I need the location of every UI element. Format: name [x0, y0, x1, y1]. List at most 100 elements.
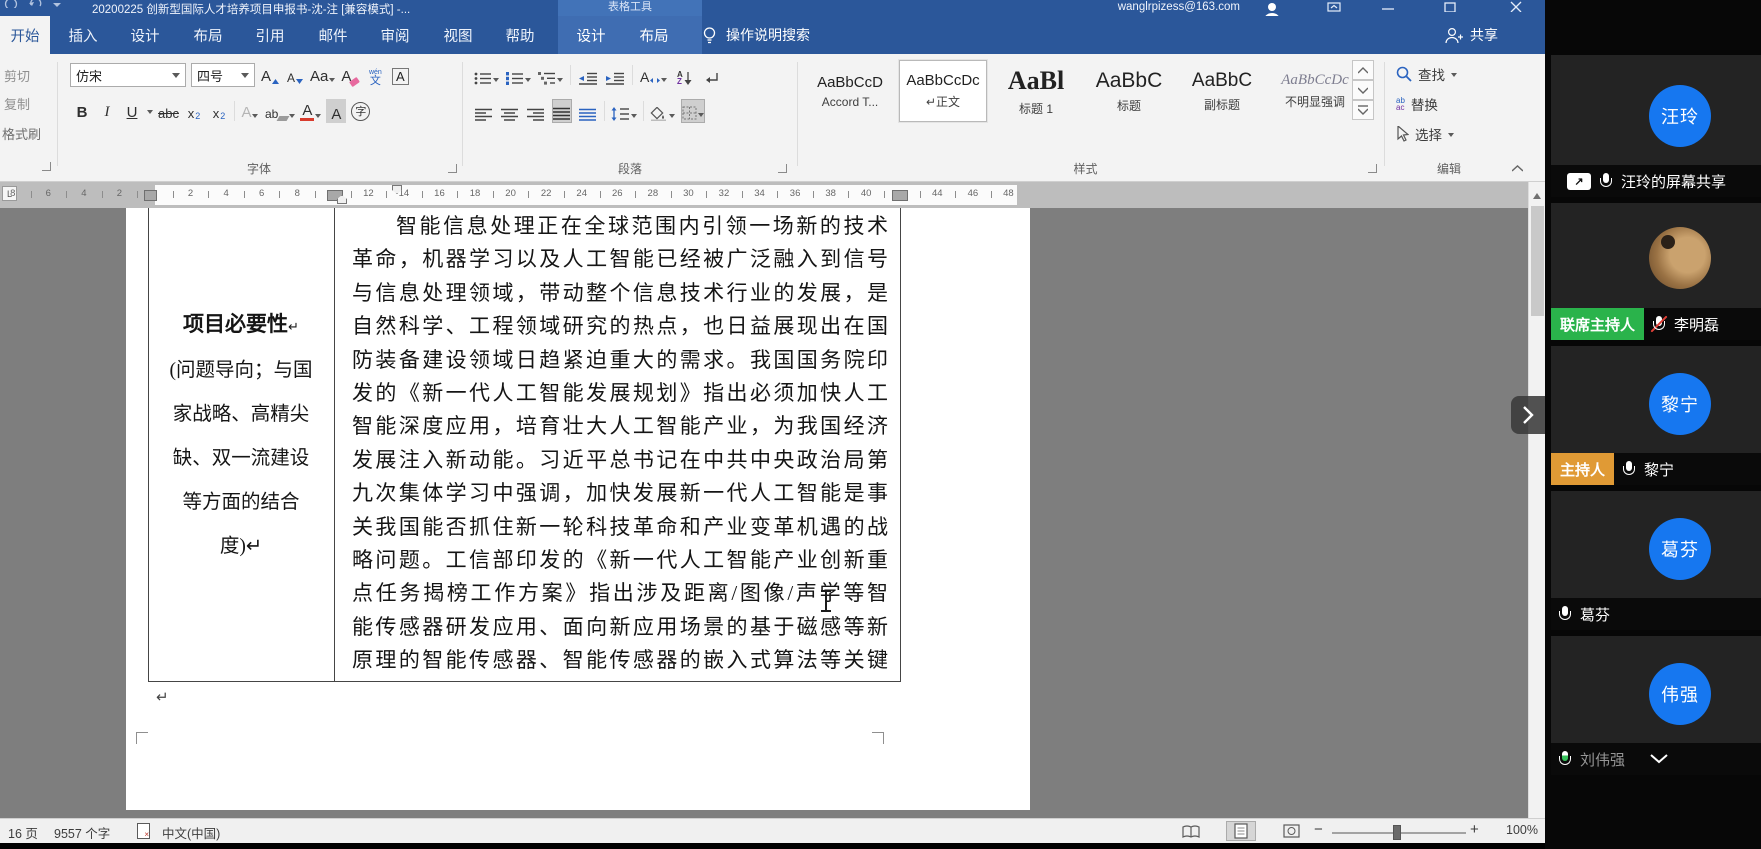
save-icon[interactable] [4, 0, 18, 8]
ribbon-display-options-button[interactable] [1320, 0, 1348, 16]
read-mode-button[interactable] [1176, 821, 1206, 841]
zoom-out-button[interactable]: − [1314, 821, 1323, 838]
font-color-button[interactable]: A [300, 99, 321, 123]
distribute-button[interactable] [578, 99, 598, 123]
minimize-button[interactable] [1366, 0, 1410, 16]
close-button[interactable] [1492, 0, 1540, 16]
tell-me-search[interactable]: 操作说明搜索 [702, 16, 810, 54]
show-marks-button[interactable] [701, 63, 721, 87]
document-page[interactable]: 项目必要性↵ (问题导向；与国家战略、高精尖缺、双一流建设等方面的结合度)↵ 智… [126, 208, 1030, 810]
style-chip-3[interactable]: AaBl标题 1 [992, 60, 1080, 122]
participant-tile[interactable]: 汪玲汪玲的屏幕共享 [1551, 55, 1761, 197]
paragraph-dialog-launcher[interactable] [778, 164, 787, 173]
sidebar-collapse-button[interactable] [1511, 396, 1545, 434]
clear-formatting-button[interactable]: A [340, 63, 360, 87]
shrink-font-button[interactable]: A [285, 63, 305, 87]
change-case-button[interactable]: Aa [310, 63, 335, 87]
account-avatar-icon[interactable] [1256, 0, 1288, 16]
underline-button[interactable]: U [122, 99, 142, 123]
select-button[interactable]: 选择 [1396, 124, 1454, 144]
tab-1[interactable]: 插入 [61, 16, 105, 54]
style-chip-5[interactable]: AaBbC副标题 [1178, 60, 1266, 122]
undo-icon[interactable] [28, 0, 42, 8]
style-scroll-down-button[interactable] [1352, 80, 1374, 100]
borders-button[interactable] [681, 99, 705, 123]
tab-4[interactable]: 引用 [248, 16, 292, 54]
tab-7[interactable]: 视图 [436, 16, 480, 54]
horizontal-ruler[interactable]: L 86422468121416182022242628303234363840… [0, 182, 1528, 208]
strikethrough-button[interactable]: abc [158, 99, 179, 123]
grow-font-button[interactable]: A [260, 63, 280, 87]
vertical-scrollbar[interactable] [1528, 182, 1545, 818]
style-chip-4[interactable]: AaBbC标题 [1085, 60, 1173, 122]
participant-tile[interactable]: 黎宁主持人黎宁 [1551, 346, 1761, 485]
subscript-button[interactable]: x2 [184, 99, 204, 123]
language-indicator[interactable]: 中文(中国) [162, 823, 220, 842]
shading-button[interactable] [650, 99, 675, 123]
clipboard-dialog-launcher[interactable] [42, 162, 51, 171]
justify-button[interactable] [552, 99, 572, 123]
zoom-slider-handle[interactable] [1393, 825, 1401, 840]
format-painter-button[interactable]: 格式刷 [2, 124, 41, 143]
tab-home[interactable]: 开始 [0, 16, 50, 54]
context-tab-2[interactable]: 布局 [632, 16, 676, 54]
collapse-ribbon-button[interactable] [1504, 158, 1530, 178]
zoom-level[interactable]: 100% [1490, 823, 1538, 837]
proofing-status-icon[interactable]: × [137, 823, 150, 839]
qat-dropdown-icon[interactable] [52, 0, 62, 8]
copy-button[interactable]: 复制 [4, 94, 30, 113]
style-gallery-more-button[interactable] [1352, 100, 1374, 120]
share-button[interactable]: 共享 [1444, 16, 1498, 54]
decrease-indent-button[interactable] [578, 63, 598, 87]
align-left-button[interactable] [474, 99, 494, 123]
print-layout-button[interactable] [1226, 821, 1256, 841]
numbering-button[interactable] [506, 63, 531, 87]
asian-layout-button[interactable]: A [640, 63, 667, 87]
cut-button[interactable]: 剪切 [4, 66, 30, 85]
multilevel-list-button[interactable] [538, 63, 563, 87]
text-effects-button[interactable]: A [240, 99, 260, 123]
style-chip-6[interactable]: AaBbCcDc不明显强调 [1271, 60, 1359, 122]
align-right-button[interactable] [526, 99, 546, 123]
tab-3[interactable]: 布局 [186, 16, 230, 54]
tab-2[interactable]: 设计 [123, 16, 167, 54]
phonetic-guide-button[interactable]: wén文 [365, 63, 385, 87]
superscript-button[interactable]: x2 [209, 99, 229, 123]
zoom-in-button[interactable]: + [1470, 821, 1479, 838]
align-center-button[interactable] [500, 99, 520, 123]
participant-tile[interactable]: 联席主持人李明磊 [1551, 203, 1761, 340]
participant-tile[interactable]: 伟强刘伟强 [1551, 636, 1761, 775]
web-layout-button[interactable] [1276, 821, 1306, 841]
table-column-marker[interactable] [144, 190, 157, 201]
styles-dialog-launcher[interactable] [1368, 164, 1377, 173]
font-dialog-launcher[interactable] [448, 164, 457, 173]
line-spacing-button[interactable] [611, 99, 637, 123]
context-tab-1[interactable]: 设计 [569, 16, 613, 54]
word-count[interactable]: 9557 个字 [54, 823, 110, 842]
sort-button[interactable]: AZ [674, 63, 694, 87]
character-shading-button[interactable]: A [326, 99, 346, 123]
increase-indent-button[interactable] [605, 63, 625, 87]
tab-6[interactable]: 审阅 [373, 16, 417, 54]
font-size-select[interactable]: 四号 [191, 63, 255, 87]
tab-8[interactable]: 帮助 [498, 16, 542, 54]
tab-5[interactable]: 邮件 [311, 16, 355, 54]
replace-button[interactable]: abac 替换 [1396, 94, 1438, 114]
participant-tile[interactable]: 葛芬葛芬 [1551, 491, 1761, 630]
bullets-button[interactable] [474, 63, 499, 87]
underline-dropdown[interactable] [147, 110, 153, 117]
highlight-color-button[interactable]: ab [265, 99, 295, 123]
table-column-marker[interactable] [892, 190, 908, 201]
scrollbar-thumb[interactable] [1531, 206, 1544, 316]
maximize-button[interactable] [1428, 0, 1472, 16]
style-chip-2[interactable]: AaBbCcDc↵正文 [899, 60, 987, 122]
bold-button[interactable]: B [72, 99, 92, 123]
font-name-select[interactable]: 仿宋 [70, 63, 186, 87]
character-border-button[interactable]: A [390, 63, 410, 87]
enclose-characters-button[interactable]: 字 [351, 102, 370, 121]
find-button[interactable]: 查找 [1396, 64, 1457, 84]
style-scroll-up-button[interactable] [1352, 60, 1374, 80]
italic-button[interactable]: I [97, 99, 117, 123]
page-indicator[interactable]: 16 页 [8, 823, 38, 842]
style-chip-1[interactable]: AaBbCcDAccord T... [806, 60, 894, 122]
